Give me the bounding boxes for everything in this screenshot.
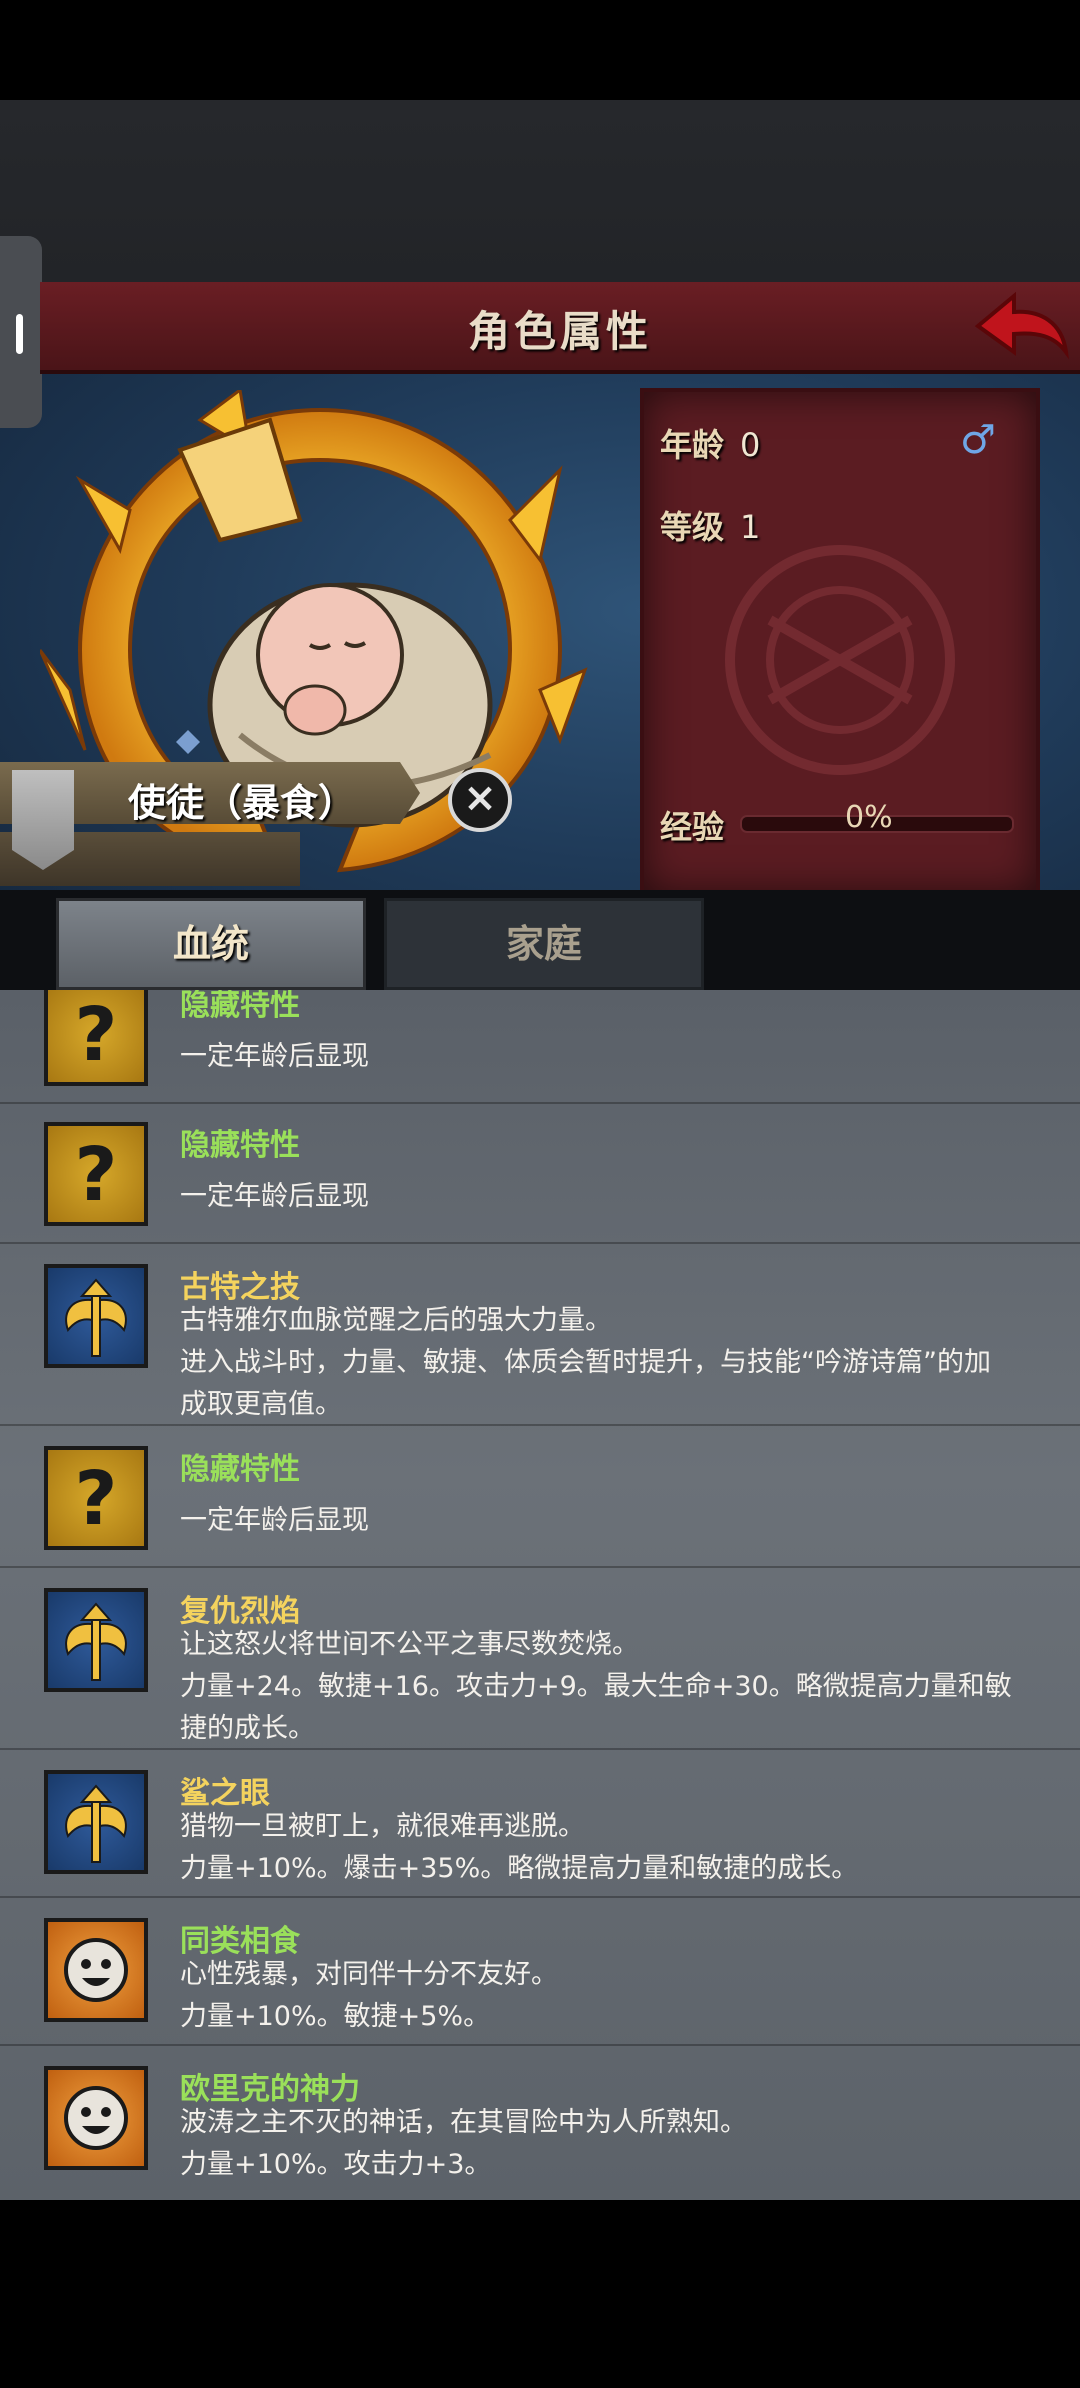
trait-desc-line: 力量+10%。攻击力+3。 [180, 2149, 492, 2180]
trait-row[interactable]: ? 隐藏特性一定年龄后显现 [0, 990, 1080, 1104]
celtic-knot-emblem [725, 545, 955, 775]
trait-desc-line: 一定年龄后显现 [180, 1505, 369, 1536]
close-icon[interactable]: × [448, 768, 512, 832]
trait-row[interactable]: ? 隐藏特性一定年龄后显现 [0, 1100, 1080, 1244]
trait-desc-line: 力量+24。敏捷+16。攻击力+9。最大生命+30。略微提高力量和敏 [180, 1671, 1012, 1702]
question-icon: ? [44, 1122, 148, 1226]
trait-desc-line: 心性残暴，对同伴十分不友好。 [180, 1959, 558, 1990]
trait-desc-line: 进入战斗时，力量、敏捷、体质会暂时提升，与技能“吟游诗篇”的加 [180, 1347, 991, 1378]
tab-bar: 血统 家庭 [0, 890, 1080, 990]
svg-text:?: ? [75, 1456, 118, 1542]
exp-label: 经验 [660, 808, 725, 846]
trait-desc-line: 古特雅尔血脉觉醒之后的强大力量。 [180, 1305, 612, 1336]
trait-desc-line: 一定年龄后显现 [180, 1181, 369, 1212]
svg-text:?: ? [75, 992, 118, 1078]
trait-title: 隐藏特性 [180, 1452, 300, 1487]
rank-badge [12, 770, 74, 870]
trait-desc-line: 让这怒火将世间不公平之事尽数焚烧。 [180, 1629, 639, 1660]
back-arrow-icon[interactable] [970, 288, 1070, 364]
smile-icon [44, 1918, 148, 2022]
axe-icon [44, 1770, 148, 1874]
trait-desc-line: 力量+10%。敏捷+5%。 [180, 2001, 491, 2032]
smile-icon [44, 2066, 148, 2170]
status-bar [0, 0, 1080, 100]
trait-row[interactable]: 鲨之眼 猎物一旦被盯上，就很难再逃脱。 力量+10%。爆击+35%。略微提高力量和敏… [0, 1748, 1080, 1898]
character-name: 使徒（暴食） [128, 781, 357, 825]
question-icon: ? [44, 990, 148, 1086]
exp-value: 0% [845, 800, 893, 835]
trait-row[interactable]: 古特之技 古特雅尔血脉觉醒之后的强大力量。 进入战斗时，力量、敏捷、体质会暂时提升，… [0, 1242, 1080, 1426]
axe-icon [44, 1264, 148, 1368]
navigation-bar [0, 2200, 1080, 2388]
level-value: 1 [740, 508, 761, 546]
level-stat: 等级 1 [660, 502, 760, 548]
tab-family[interactable]: 家庭 [384, 898, 704, 990]
trait-desc-line: 捷的成长。 [180, 1713, 315, 1744]
age-stat: 年龄 0 [660, 420, 760, 466]
question-icon: ? [44, 1446, 148, 1550]
trait-desc-line: 波涛之主不灭的神话，在其冒险中为人所熟知。 [180, 2107, 747, 2138]
age-label: 年龄 [660, 426, 725, 464]
title-banner: 角色属性 [40, 282, 1080, 374]
trait-title: 隐藏特性 [180, 990, 300, 1023]
tab-bloodline[interactable]: 血统 [56, 898, 366, 990]
age-value: 0 [740, 426, 761, 464]
trait-row[interactable]: ? 隐藏特性一定年龄后显现 [0, 1424, 1080, 1568]
trait-row[interactable]: 欧里克的神力 波涛之主不灭的神话，在其冒险中为人所熟知。 力量+10%。攻击力+3。 [0, 2044, 1080, 2202]
trait-title: 隐藏特性 [180, 1128, 300, 1163]
trait-list[interactable]: ? 隐藏特性 一定年龄后显现? 隐藏特性 一定年龄后显现 古特之技 古特雅尔血脉觉醒之后的强… [0, 990, 1080, 2202]
handle-bar [16, 314, 23, 354]
side-drawer-handle[interactable] [0, 236, 42, 428]
trait-desc-line: 成取更高值。 [180, 1389, 342, 1420]
axe-icon [44, 1588, 148, 1692]
male-icon: ♂ [960, 417, 996, 463]
trait-row[interactable]: 同类相食 心性残暴，对同伴十分不友好。 力量+10%。敏捷+5%。 [0, 1896, 1080, 2046]
trait-desc-line: 猎物一旦被盯上，就很难再逃脱。 [180, 1811, 585, 1842]
trait-desc-line: 一定年龄后显现 [180, 1041, 369, 1072]
page-title: 角色属性 [467, 307, 652, 356]
trait-row[interactable]: 复仇烈焰 让这怒火将世间不公平之事尽数焚烧。 力量+24。敏捷+16。攻击力+9。最… [0, 1566, 1080, 1750]
trait-desc-line: 力量+10%。爆击+35%。略微提高力量和敏捷的成长。 [180, 1853, 859, 1884]
level-label: 等级 [660, 508, 725, 546]
svg-text:?: ? [75, 1132, 118, 1218]
